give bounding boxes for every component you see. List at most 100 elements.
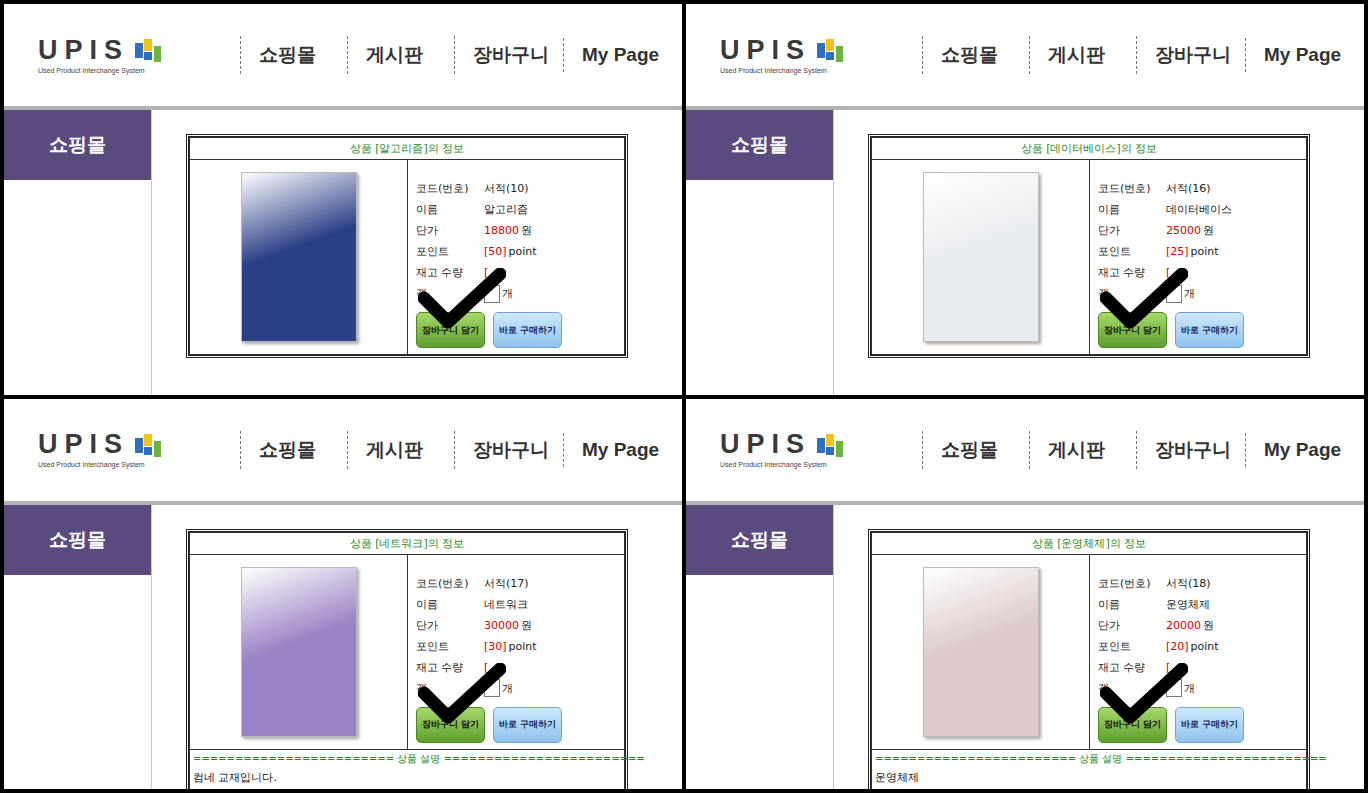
nav-item[interactable]: My Page	[1245, 433, 1355, 467]
field-row: 포인트[20]point	[1098, 636, 1306, 657]
field-label: 코드(번호)	[416, 178, 484, 199]
field-value: [	[1166, 262, 1306, 283]
field-row: 코드(번호)서적(18)	[1098, 573, 1306, 594]
buy-now-button[interactable]: 바로 구매하기	[1175, 707, 1244, 743]
sidebar-title[interactable]: 쇼핑몰	[4, 110, 151, 180]
nav-item[interactable]: 장바구니	[454, 36, 563, 74]
sidebar: 쇼핑몰	[686, 505, 834, 790]
buy-now-button[interactable]: 바로 구매하기	[493, 707, 562, 743]
product-title: 상품 [알고리즘]의 정보	[189, 137, 625, 160]
logo[interactable]: UPISUsed Product Interchange System	[38, 431, 240, 468]
field-value: 서적(16)	[1166, 178, 1306, 199]
sidebar-title[interactable]: 쇼핑몰	[686, 505, 833, 575]
field-row: 코드(번호)서적(16)	[1098, 178, 1306, 199]
field-row: 재고 수량[	[1098, 262, 1306, 283]
nav-item[interactable]: 장바구니	[1136, 431, 1245, 469]
field-label: 갯	[416, 678, 484, 699]
page-body: 쇼핑몰상품 [운영체제]의 정보코드(번호)서적(18)이름운영체제단가2000…	[686, 505, 1364, 790]
add-to-cart-button[interactable]: 장바구니 담기	[1098, 312, 1167, 348]
info-cell: 코드(번호)서적(16)이름데이터베이스단가25000원포인트[25]point…	[1090, 160, 1306, 354]
nav-item[interactable]: My Page	[563, 433, 673, 467]
add-to-cart-button[interactable]: 장바구니 담기	[1098, 707, 1167, 743]
logo-icon	[135, 38, 163, 62]
field-row: 갯개	[1098, 283, 1306, 304]
nav-item[interactable]: 쇼핑몰	[922, 431, 1029, 469]
product-title: 상품 [운영체제]의 정보	[871, 532, 1307, 555]
field-row: 이름데이터베이스	[1098, 199, 1306, 220]
field-value: 개	[1166, 678, 1306, 699]
screenshot-panel: UPISUsed Product Interchange System쇼핑몰게시…	[4, 399, 682, 790]
field-value: 서적(18)	[1166, 573, 1306, 594]
nav-item[interactable]: My Page	[563, 38, 673, 72]
logo-name: UPIS	[720, 37, 811, 64]
image-cell	[872, 160, 1090, 354]
product-title: 상품 [데이터베이스]의 정보	[871, 137, 1307, 160]
nav-item[interactable]: 쇼핑몰	[922, 36, 1029, 74]
nav-item[interactable]: 쇼핑몰	[240, 431, 347, 469]
nav-item[interactable]: 게시판	[1029, 36, 1136, 74]
screenshot-panel: UPISUsed Product Interchange System쇼핑몰게시…	[4, 4, 682, 395]
image-cell	[872, 555, 1090, 749]
field-label: 단가	[1098, 220, 1166, 241]
field-label: 단가	[1098, 615, 1166, 636]
nav: 쇼핑몰게시판장바구니My Page	[922, 431, 1355, 469]
logo-subtitle: Used Product Interchange System	[720, 461, 922, 468]
header: UPISUsed Product Interchange System쇼핑몰게시…	[686, 399, 1364, 501]
screenshot-panel: UPISUsed Product Interchange System쇼핑몰게시…	[686, 4, 1364, 395]
quantity-input[interactable]	[1166, 285, 1182, 303]
logo-icon	[817, 38, 845, 62]
add-to-cart-button[interactable]: 장바구니 담기	[416, 707, 485, 743]
field-value: 운영체제	[1166, 594, 1306, 615]
checkmark-icon	[418, 663, 506, 725]
field-label: 포인트	[1098, 241, 1166, 262]
sidebar-title[interactable]: 쇼핑몰	[686, 110, 833, 180]
field-row: 갯개	[416, 678, 624, 699]
nav: 쇼핑몰게시판장바구니My Page	[240, 36, 673, 74]
field-label: 코드(번호)	[1098, 178, 1166, 199]
field-row: 코드(번호)서적(17)	[416, 573, 624, 594]
nav-item[interactable]: 게시판	[347, 431, 454, 469]
button-row: 장바구니 담기바로 구매하기	[1098, 312, 1306, 348]
nav-item[interactable]: 쇼핑몰	[240, 36, 347, 74]
product-title: 상품 [네트워크]의 정보	[189, 532, 625, 555]
logo[interactable]: UPIS Used Product Interchange System	[38, 37, 240, 74]
field-value: [25]point	[1166, 241, 1306, 262]
sidebar-title[interactable]: 쇼핑몰	[4, 505, 151, 575]
sidebar: 쇼핑몰	[4, 505, 152, 790]
nav-item[interactable]: My Page	[1245, 38, 1355, 72]
nav-item[interactable]: 장바구니	[1136, 36, 1245, 74]
description-text: 컴네 교재입니다.	[193, 770, 621, 785]
button-row: 장바구니 담기바로 구매하기	[416, 707, 624, 743]
logo-name: UPIS	[38, 37, 129, 64]
page-body: 쇼핑몰상품 [네트워크]의 정보코드(번호)서적(17)이름네트워크단가3000…	[4, 505, 682, 790]
product-table: 상품 [알고리즘]의 정보코드(번호)서적(10)이름알고리즘단가18800원포…	[186, 134, 628, 358]
logo[interactable]: UPISUsed Product Interchange System	[720, 431, 922, 468]
book-cover	[241, 567, 357, 737]
nav-item[interactable]: 게시판	[347, 36, 454, 74]
quantity-input[interactable]	[484, 679, 500, 697]
field-value: 서적(17)	[484, 573, 624, 594]
content: 상품 [데이터베이스]의 정보코드(번호)서적(16)이름데이터베이스단가250…	[834, 110, 1364, 395]
field-row: 이름네트워크	[416, 594, 624, 615]
field-row: 재고 수량[	[416, 262, 624, 283]
nav: 쇼핑몰게시판장바구니My Page	[922, 36, 1355, 74]
content: 상품 [네트워크]의 정보코드(번호)서적(17)이름네트워크단가30000원포…	[152, 505, 682, 790]
field-label: 이름	[1098, 594, 1166, 615]
field-value: 개	[484, 283, 624, 304]
buy-now-button[interactable]: 바로 구매하기	[493, 312, 562, 348]
logo[interactable]: UPISUsed Product Interchange System	[720, 37, 922, 74]
buy-now-button[interactable]: 바로 구매하기	[1175, 312, 1244, 348]
book-cover	[923, 172, 1039, 342]
logo-subtitle: Used Product Interchange System	[38, 67, 240, 74]
header: UPIS Used Product Interchange System쇼핑몰게시…	[4, 4, 682, 106]
field-value: 알고리즘	[484, 199, 624, 220]
header: UPISUsed Product Interchange System쇼핑몰게시…	[686, 4, 1364, 106]
quantity-input[interactable]	[1166, 679, 1182, 697]
nav-item[interactable]: 게시판	[1029, 431, 1136, 469]
add-to-cart-button[interactable]: 장바구니 담기	[416, 312, 485, 348]
quantity-input[interactable]	[484, 285, 500, 303]
field-value: [30]point	[484, 636, 624, 657]
field-value: 네트워크	[484, 594, 624, 615]
nav-item[interactable]: 장바구니	[454, 431, 563, 469]
product-table: 상품 [네트워크]의 정보코드(번호)서적(17)이름네트워크단가30000원포…	[186, 529, 628, 790]
